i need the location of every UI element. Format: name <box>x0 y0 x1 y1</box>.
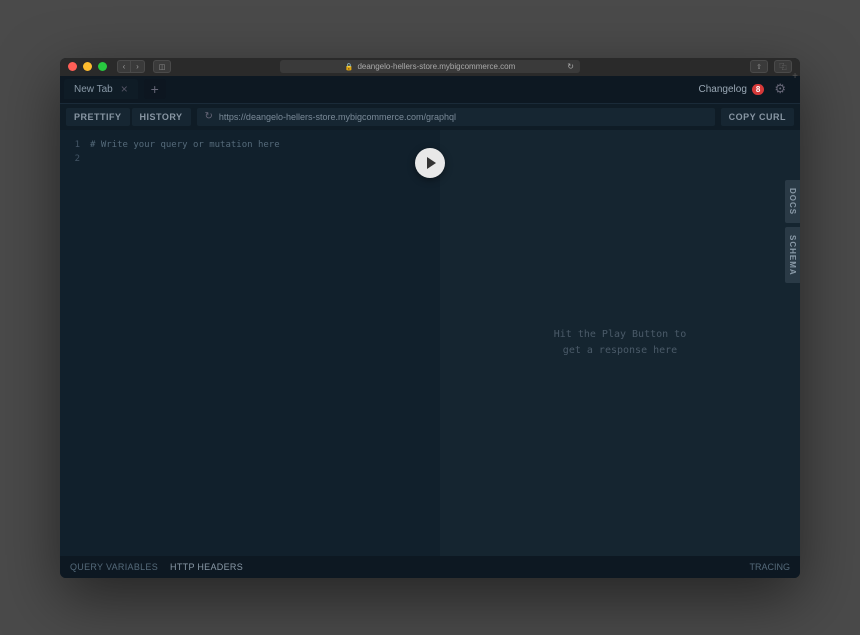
schema-tab[interactable]: SCHEMA <box>785 227 800 284</box>
back-button[interactable]: ‹ <box>117 60 131 73</box>
tracing-tab[interactable]: TRACING <box>750 562 791 572</box>
editor-line: 2 <box>70 152 430 166</box>
play-icon <box>427 157 436 169</box>
reload-schema-icon[interactable]: ↻ <box>205 111 213 122</box>
minimize-window-icon[interactable] <box>83 62 92 71</box>
endpoint-input[interactable]: ↻ https://deangelo-hellers-store.mybigco… <box>197 108 715 126</box>
query-editor[interactable]: 1 # Write your query or mutation here 2 <box>60 130 440 556</box>
response-pane: Hit the Play Button to get a response he… <box>440 130 800 556</box>
line-number: 1 <box>70 138 80 152</box>
tab-label: New Tab <box>74 84 113 95</box>
query-variables-tab[interactable]: QUERY VARIABLES <box>70 562 158 572</box>
app-tab[interactable]: New Tab × <box>64 79 138 99</box>
close-tab-icon[interactable]: × <box>121 82 128 96</box>
editor-comment: # Write your query or mutation here <box>90 138 280 152</box>
line-number: 2 <box>70 152 80 166</box>
traffic-lights <box>68 62 107 71</box>
changelog-badge: 8 <box>752 84 764 95</box>
browser-window: ‹ › ◫ 🔒 deangelo-hellers-store.mybigcomm… <box>60 58 800 578</box>
changelog-label: Changelog <box>699 84 747 95</box>
titlebar-right: ⇧ ⿻ <box>750 60 792 73</box>
footer: QUERY VARIABLES HTTP HEADERS TRACING <box>60 556 800 578</box>
forward-button[interactable]: › <box>131 60 145 73</box>
close-window-icon[interactable] <box>68 62 77 71</box>
tabs-button[interactable]: ⿻ <box>774 60 792 73</box>
side-tabs: DOCS SCHEMA <box>785 180 800 284</box>
response-placeholder: Hit the Play Button to get a response he… <box>554 327 686 359</box>
sidebar-toggle-button[interactable]: ◫ <box>153 60 171 73</box>
history-button[interactable]: HISTORY <box>132 108 191 126</box>
reload-icon[interactable]: ↻ <box>567 62 574 71</box>
prettify-button[interactable]: PRETTIFY <box>66 108 130 126</box>
maximize-window-icon[interactable] <box>98 62 107 71</box>
new-browser-tab-icon[interactable]: + <box>792 71 798 82</box>
url-text: deangelo-hellers-store.mybigcommerce.com <box>357 62 515 71</box>
nav-buttons: ‹ › <box>117 60 145 73</box>
app-header: New Tab × + Changelog 8 ⚙ <box>60 76 800 104</box>
endpoint-url: https://deangelo-hellers-store.mybigcomm… <box>219 112 456 122</box>
address-bar[interactable]: 🔒 deangelo-hellers-store.mybigcommerce.c… <box>280 60 580 73</box>
http-headers-tab[interactable]: HTTP HEADERS <box>170 562 243 572</box>
main-area: 1 # Write your query or mutation here 2 … <box>60 130 800 556</box>
new-tab-button[interactable]: + <box>144 79 166 99</box>
share-button[interactable]: ⇧ <box>750 60 768 73</box>
lock-icon: 🔒 <box>345 63 354 71</box>
execute-button[interactable] <box>415 148 445 178</box>
header-right: Changelog 8 ⚙ <box>699 81 796 97</box>
copy-curl-button[interactable]: COPY CURL <box>721 108 794 126</box>
toolbar: PRETTIFY HISTORY ↻ https://deangelo-hell… <box>60 104 800 130</box>
browser-titlebar: ‹ › ◫ 🔒 deangelo-hellers-store.mybigcomm… <box>60 58 800 76</box>
docs-tab[interactable]: DOCS <box>785 180 800 223</box>
settings-icon[interactable]: ⚙ <box>774 81 786 97</box>
changelog-link[interactable]: Changelog 8 <box>699 84 765 95</box>
editor-line: 1 # Write your query or mutation here <box>70 138 430 152</box>
